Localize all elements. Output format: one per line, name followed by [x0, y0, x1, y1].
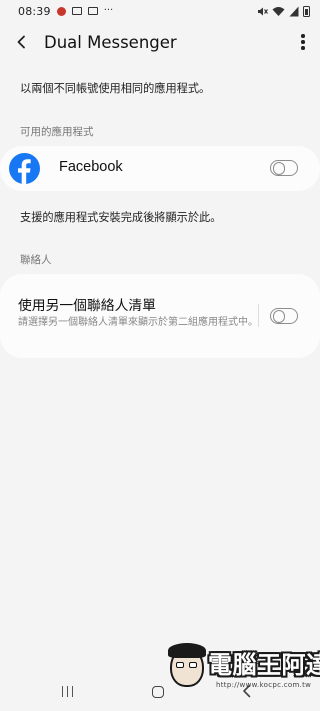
- status-time: 08:39: [18, 4, 51, 18]
- home-icon[interactable]: [152, 686, 164, 698]
- app-bar: Dual Messenger: [0, 22, 320, 62]
- mute-icon: [258, 7, 268, 15]
- more-notifications-indicator: ···: [103, 5, 114, 16]
- watermark: 電腦王阿達 http://www.kocpc.com.tw: [168, 641, 320, 707]
- section-header-contacts: 聯絡人: [20, 254, 52, 266]
- status-right: [257, 5, 310, 17]
- other-contacts-title: 使用另一個聯絡人清單: [18, 298, 156, 314]
- battery-icon: [303, 5, 310, 17]
- wifi-icon: [272, 6, 285, 16]
- page-description: 以兩個不同帳號使用相同的應用程式。: [20, 82, 211, 95]
- facebook-icon: [9, 153, 40, 184]
- more-vertical-icon: [301, 34, 305, 38]
- recents-icon[interactable]: [62, 686, 74, 697]
- page-title: Dual Messenger: [44, 32, 177, 52]
- more-options-button[interactable]: [286, 22, 320, 62]
- status-bar: 08:39 ···: [0, 0, 320, 22]
- facebook-toggle[interactable]: [270, 160, 298, 176]
- divider: [258, 304, 259, 327]
- back-button[interactable]: [2, 22, 42, 62]
- tomato-app-icon: [56, 6, 66, 16]
- info-text: 支援的應用程式安裝完成後將顯示於此。: [20, 211, 222, 224]
- facebook-label: Facebook: [59, 159, 123, 175]
- gallery-icon: [87, 7, 98, 15]
- section-header-available-apps: 可用的應用程式: [20, 126, 94, 138]
- back-arrow-icon: [17, 35, 25, 49]
- other-contacts-subtitle: 請選擇另一個聯絡人清單來顯示於第二組應用程式中。: [18, 317, 258, 328]
- signal-icon: [289, 6, 299, 16]
- other-contacts-toggle[interactable]: [270, 308, 298, 324]
- watermark-url: http://www.kocpc.com.tw: [216, 681, 312, 689]
- image-icon: [71, 7, 82, 15]
- watermark-text: 電腦王阿達: [208, 651, 320, 679]
- status-left: 08:39 ···: [18, 5, 113, 18]
